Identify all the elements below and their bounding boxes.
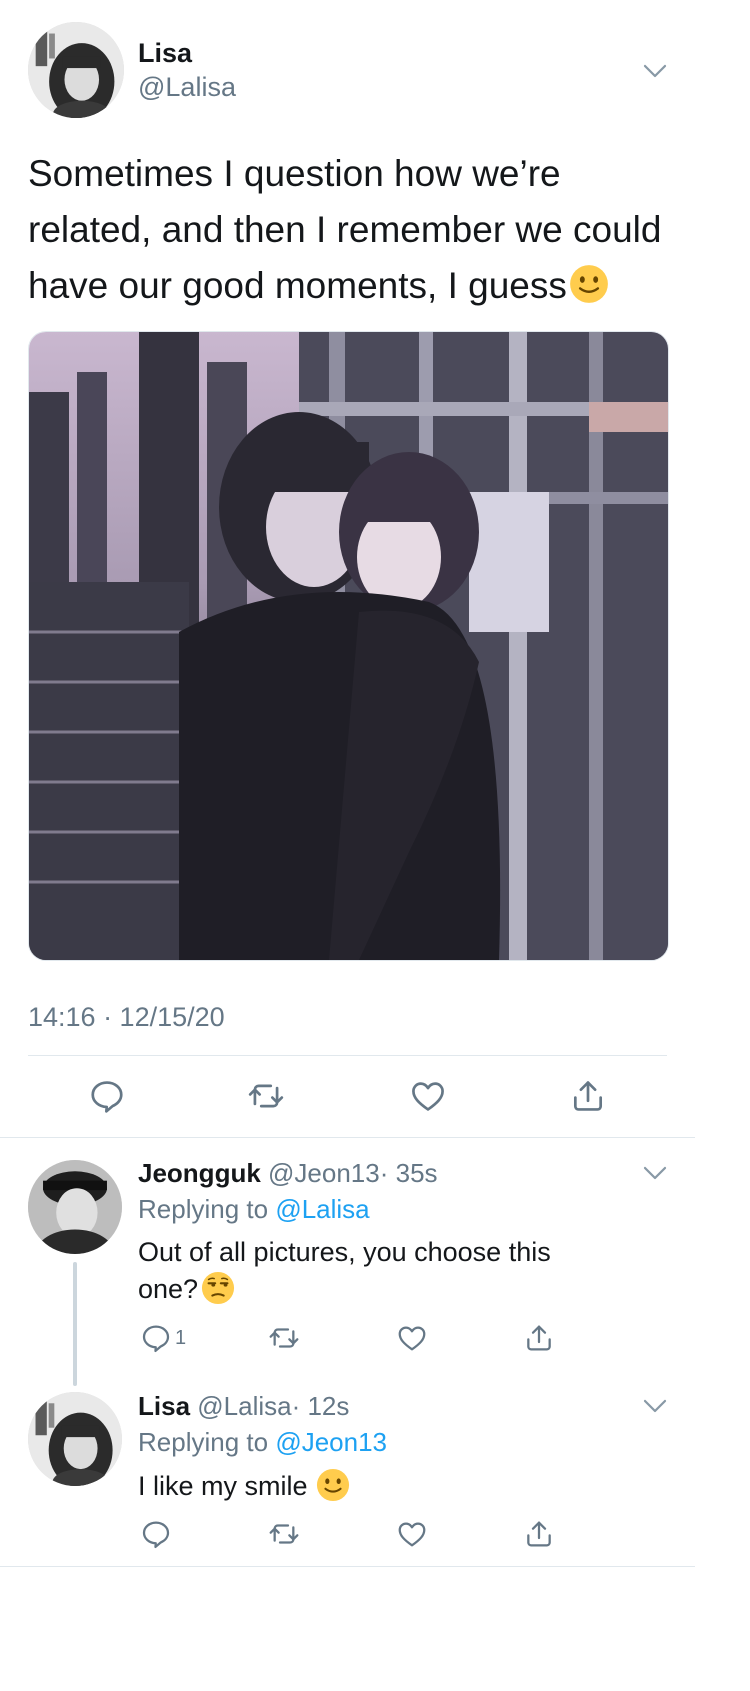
reply-author-name[interactable]: Lisa: [138, 1391, 190, 1421]
bottom-divider: [0, 1566, 695, 1567]
reply-author-handle[interactable]: @Jeon13: [268, 1158, 380, 1188]
avatar-image: [28, 1392, 122, 1486]
reply-count: 1: [175, 1327, 187, 1349]
reply-avatar[interactable]: [28, 1392, 122, 1486]
retweet-icon[interactable]: [247, 1077, 285, 1115]
replying-to: Replying to @Lalisa: [138, 1192, 370, 1226]
like-icon[interactable]: [396, 1518, 428, 1550]
photo-image: [29, 332, 668, 960]
tweet-photo[interactable]: [28, 331, 669, 961]
reply-text-content: I like my smile: [138, 1471, 308, 1501]
reply-text-content: Out of all pictures, you choose this one…: [138, 1237, 551, 1304]
replying-to-link[interactable]: @Jeon13: [275, 1427, 387, 1457]
avatar-image: [28, 1160, 122, 1254]
retweet-icon[interactable]: [268, 1518, 300, 1550]
unamused-face-emoji: [201, 1271, 235, 1305]
replying-prefix: Replying to: [138, 1427, 276, 1457]
reply-author-name[interactable]: Jeongguk: [138, 1158, 261, 1188]
reply-avatar[interactable]: [28, 1160, 122, 1254]
replying-to: Replying to @Jeon13: [138, 1425, 387, 1459]
divider: [28, 1055, 667, 1056]
chevron-down-icon[interactable]: [640, 56, 670, 86]
slightly-smiling-face-emoji: [316, 1468, 350, 1502]
reply-author-handle[interactable]: @Lalisa: [197, 1391, 291, 1421]
reply-header: Jeongguk @Jeon13· 35s: [138, 1156, 438, 1190]
chevron-down-icon[interactable]: [640, 1391, 670, 1421]
author-name[interactable]: Lisa: [138, 36, 192, 70]
section-divider: [0, 1137, 695, 1138]
reply-icon[interactable]: [140, 1322, 172, 1354]
retweet-icon[interactable]: [268, 1322, 300, 1354]
author-handle[interactable]: @Lalisa: [138, 70, 236, 104]
author-avatar[interactable]: [28, 22, 124, 118]
like-icon[interactable]: [409, 1077, 447, 1115]
share-icon[interactable]: [569, 1077, 607, 1115]
share-icon[interactable]: [523, 1518, 555, 1550]
like-icon[interactable]: [396, 1322, 428, 1354]
reply-age: · 12s: [291, 1391, 350, 1421]
reply-header: Lisa @Lalisa· 12s: [138, 1389, 349, 1423]
reply-age: · 35s: [379, 1158, 438, 1188]
thread-line: [73, 1262, 77, 1386]
reply-icon[interactable]: [140, 1518, 172, 1550]
share-icon[interactable]: [523, 1322, 555, 1354]
slightly-smiling-face-emoji: [569, 264, 609, 304]
tweet-text: Sometimes I question how we’re related, …: [28, 146, 688, 314]
tweet-text-content: Sometimes I question how we’re related, …: [28, 153, 662, 306]
reply-text: I like my smile: [138, 1468, 588, 1505]
replying-prefix: Replying to: [138, 1194, 276, 1224]
avatar-image: [28, 22, 124, 118]
tweet-timestamp: 14:16 · 12/15/20: [28, 1002, 225, 1032]
reply-text: Out of all pictures, you choose this one…: [138, 1234, 588, 1308]
replying-to-link[interactable]: @Lalisa: [275, 1194, 369, 1224]
chevron-down-icon[interactable]: [640, 1158, 670, 1188]
reply-icon[interactable]: [88, 1077, 126, 1115]
